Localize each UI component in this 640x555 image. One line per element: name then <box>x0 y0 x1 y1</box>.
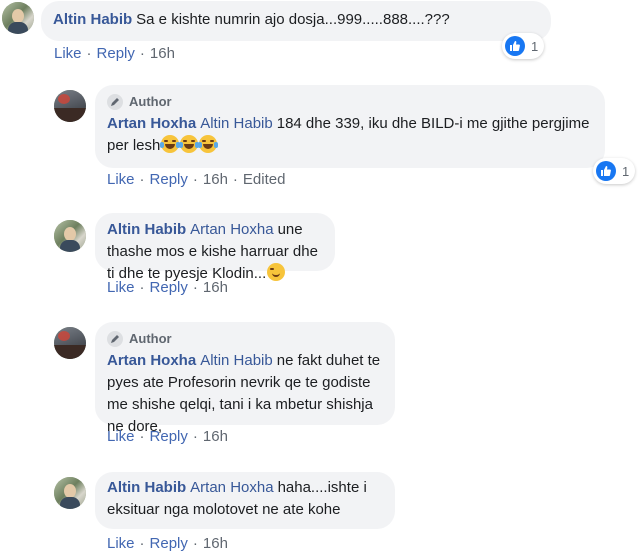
pencil-icon <box>107 331 123 347</box>
reply-button[interactable]: Reply <box>150 428 188 445</box>
like-button[interactable]: Like <box>107 535 135 552</box>
mention-tag[interactable]: Altin Habib <box>200 115 273 132</box>
mention-tag[interactable]: Artan Hoxha <box>190 479 273 496</box>
mention-tag[interactable]: Artan Hoxha <box>190 221 273 238</box>
author-badge-label: Author <box>129 94 172 109</box>
reaction-count[interactable]: 1 <box>502 33 545 59</box>
comment-timestamp[interactable]: 16h <box>203 428 228 445</box>
comment-timestamp[interactable]: 16h <box>203 171 228 188</box>
comment-bubble: Author Artan Hoxha Altin Habib ne fakt duh… <box>95 322 395 435</box>
pencil-icon <box>107 94 123 110</box>
comment-bubble: Author Artan Hoxha Altin Habib 184 dhe 339… <box>95 85 605 168</box>
reply-button[interactable]: Reply <box>97 45 135 62</box>
commenter-name[interactable]: Artan Hoxha <box>107 352 196 369</box>
avatar-altin-habib[interactable] <box>54 477 86 509</box>
reaction-count-text: 1 <box>622 163 630 179</box>
comment-timestamp[interactable]: 16h <box>203 535 228 552</box>
reply-button[interactable]: Reply <box>150 279 188 296</box>
avatar-altin-habib[interactable] <box>2 2 34 34</box>
reply-button[interactable]: Reply <box>150 535 188 552</box>
reaction-count-text: 1 <box>531 38 539 54</box>
commenter-name[interactable]: Altin Habib <box>53 11 132 28</box>
edited-label[interactable]: Edited <box>243 171 286 188</box>
wink-emoji <box>267 263 286 281</box>
comment-text: Sa e kishte numrin ajo dosja...999.....8… <box>136 11 450 28</box>
author-badge: Author <box>107 93 593 111</box>
like-button[interactable]: Like <box>107 428 135 445</box>
author-badge-label: Author <box>129 331 172 346</box>
avatar-artan-hoxha[interactable] <box>54 90 86 122</box>
comment-actions: Like · Reply · 16h <box>107 535 228 552</box>
avatar-altin-habib[interactable] <box>54 220 86 252</box>
comment-actions: Like · Reply · 16h <box>107 279 228 296</box>
comment-actions: Like · Reply · 16h <box>107 428 228 445</box>
comment-bubble: Altin Habib Artan Hoxha haha....ishte i ek… <box>95 472 395 529</box>
like-button[interactable]: Like <box>107 171 135 188</box>
reaction-count[interactable]: 1 <box>593 158 636 184</box>
commenter-name[interactable]: Altin Habib <box>107 221 186 238</box>
commenter-name[interactable]: Altin Habib <box>107 479 186 496</box>
laughing-tears-emoji <box>198 135 219 153</box>
comment-bubble: Altin Habib Sa e kishte numrin ajo dosja.… <box>41 1 551 41</box>
like-button[interactable]: Like <box>54 45 82 62</box>
like-reaction-icon <box>596 161 616 181</box>
comment-actions: Like · Reply · 16h · Edited <box>107 171 286 188</box>
comment-timestamp[interactable]: 16h <box>150 45 175 62</box>
mention-tag[interactable]: Altin Habib <box>200 352 273 369</box>
laughing-tears-emoji <box>160 135 181 153</box>
avatar-artan-hoxha[interactable] <box>54 327 86 359</box>
laughing-tears-emoji <box>179 135 200 153</box>
like-reaction-icon <box>505 36 525 56</box>
comment-timestamp[interactable]: 16h <box>203 279 228 296</box>
commenter-name[interactable]: Artan Hoxha <box>107 115 196 132</box>
comment-bubble: Altin Habib Artan Hoxha une thashe mos e k… <box>95 213 335 282</box>
like-button[interactable]: Like <box>107 279 135 296</box>
comment-actions: Like · Reply · 16h <box>54 45 175 62</box>
author-badge: Author <box>107 330 383 348</box>
reply-button[interactable]: Reply <box>150 171 188 188</box>
